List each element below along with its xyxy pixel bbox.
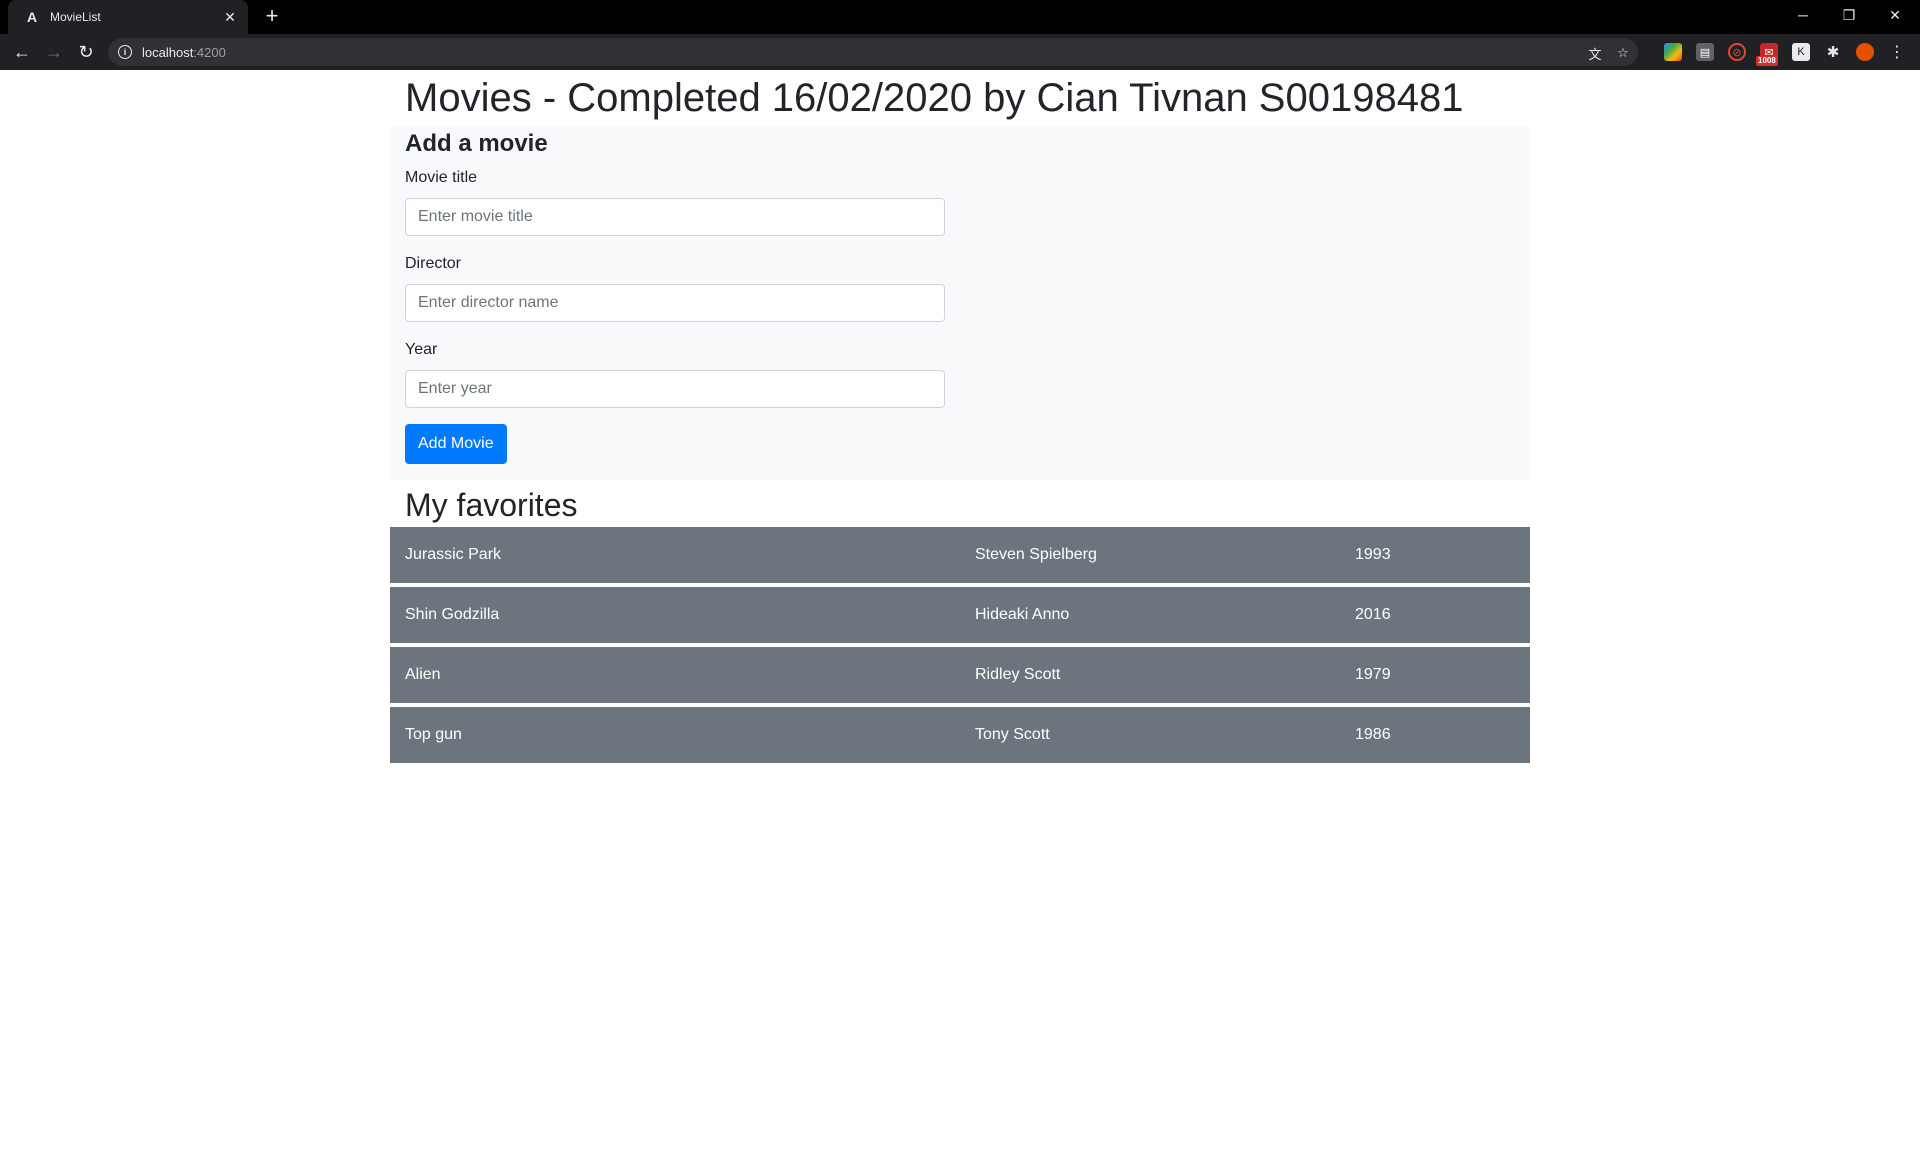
movie-year: 2016 <box>1355 606 1391 623</box>
angular-favicon-icon: A <box>26 9 38 25</box>
address-bar[interactable]: i localhost:4200 文 ☆ <box>108 38 1638 66</box>
tab-close-icon[interactable]: ✕ <box>222 9 238 26</box>
movie-year: 1993 <box>1355 546 1391 563</box>
restore-icon[interactable]: ❐ <box>1826 0 1872 30</box>
year-label: Year <box>405 341 438 358</box>
extension-colorful-icon[interactable] <box>1664 43 1682 61</box>
movie-year: 1979 <box>1355 666 1391 683</box>
movie-title-label: Movie title <box>405 169 478 186</box>
extension-badge: 1008 <box>1756 56 1778 66</box>
movie-title: Top gun <box>405 726 462 743</box>
bookmark-star-icon[interactable]: ☆ <box>1614 44 1632 62</box>
reload-icon[interactable]: ↻ <box>74 40 98 64</box>
browser-toolbar: ← → ↻ i localhost:4200 文 ☆ ▤ ⊘ ✉ 1008 K … <box>0 34 1920 70</box>
add-movie-card: Add a movie Movie title Director Year Ad… <box>390 126 1530 480</box>
favorites-list: Jurassic Park Steven Spielberg 1993 Shin… <box>390 527 1530 763</box>
browser-tab-bar: A MovieList ✕ + ─ ❐ ✕ <box>0 0 1920 34</box>
site-info-icon[interactable]: i <box>118 45 132 59</box>
back-icon[interactable]: ← <box>10 40 34 64</box>
year-input[interactable] <box>405 370 945 408</box>
year-form-group: Year <box>405 338 1515 408</box>
title-form-group: Movie title <box>405 166 1515 236</box>
url-port: :4200 <box>193 44 226 60</box>
movie-year: 1986 <box>1355 726 1391 743</box>
browser-tab[interactable]: A MovieList ✕ <box>8 0 248 34</box>
extension-k-icon[interactable]: K <box>1792 43 1810 61</box>
movie-director: Tony Scott <box>975 726 1050 743</box>
list-item[interactable]: Top gun Tony Scott 1986 <box>390 707 1530 763</box>
movie-title: Alien <box>405 666 441 683</box>
list-item[interactable]: Jurassic Park Steven Spielberg 1993 <box>390 527 1530 583</box>
extensions-puzzle-icon[interactable]: ✱ <box>1824 43 1842 61</box>
director-input[interactable] <box>405 284 945 322</box>
page-container: Movies - Completed 16/02/2020 by Cian Ti… <box>390 70 1530 767</box>
favorites-heading: My favorites <box>405 487 578 523</box>
director-form-group: Director <box>405 252 1515 322</box>
translate-icon[interactable]: 文 <box>1586 44 1604 62</box>
add-movie-heading: Add a movie <box>405 130 548 157</box>
movie-director: Ridley Scott <box>975 666 1061 683</box>
url-text: localhost:4200 <box>142 45 226 60</box>
forward-icon[interactable]: → <box>42 40 66 64</box>
url-host: localhost <box>142 44 194 60</box>
extension-chat-icon[interactable]: ▤ <box>1696 43 1714 61</box>
extension-block-icon[interactable]: ⊘ <box>1728 43 1746 61</box>
add-movie-button[interactable]: Add Movie <box>405 424 507 464</box>
minimize-icon[interactable]: ─ <box>1780 0 1826 30</box>
new-tab-icon[interactable]: + <box>260 5 284 29</box>
director-label: Director <box>405 255 462 272</box>
list-item[interactable]: Alien Ridley Scott 1979 <box>390 647 1530 703</box>
movie-title: Jurassic Park <box>405 546 502 563</box>
tab-title: MovieList <box>50 10 101 24</box>
movie-title-input[interactable] <box>405 198 945 236</box>
movie-title: Shin Godzilla <box>405 606 500 623</box>
page-title: Movies - Completed 16/02/2020 by Cian Ti… <box>405 76 1464 120</box>
list-item[interactable]: Shin Godzilla Hideaki Anno 2016 <box>390 587 1530 643</box>
window-close-icon[interactable]: ✕ <box>1872 0 1918 30</box>
chrome-menu-icon[interactable]: ⋮ <box>1888 43 1906 61</box>
movie-director: Steven Spielberg <box>975 546 1097 563</box>
profile-avatar[interactable] <box>1856 43 1874 61</box>
movie-director: Hideaki Anno <box>975 606 1070 623</box>
